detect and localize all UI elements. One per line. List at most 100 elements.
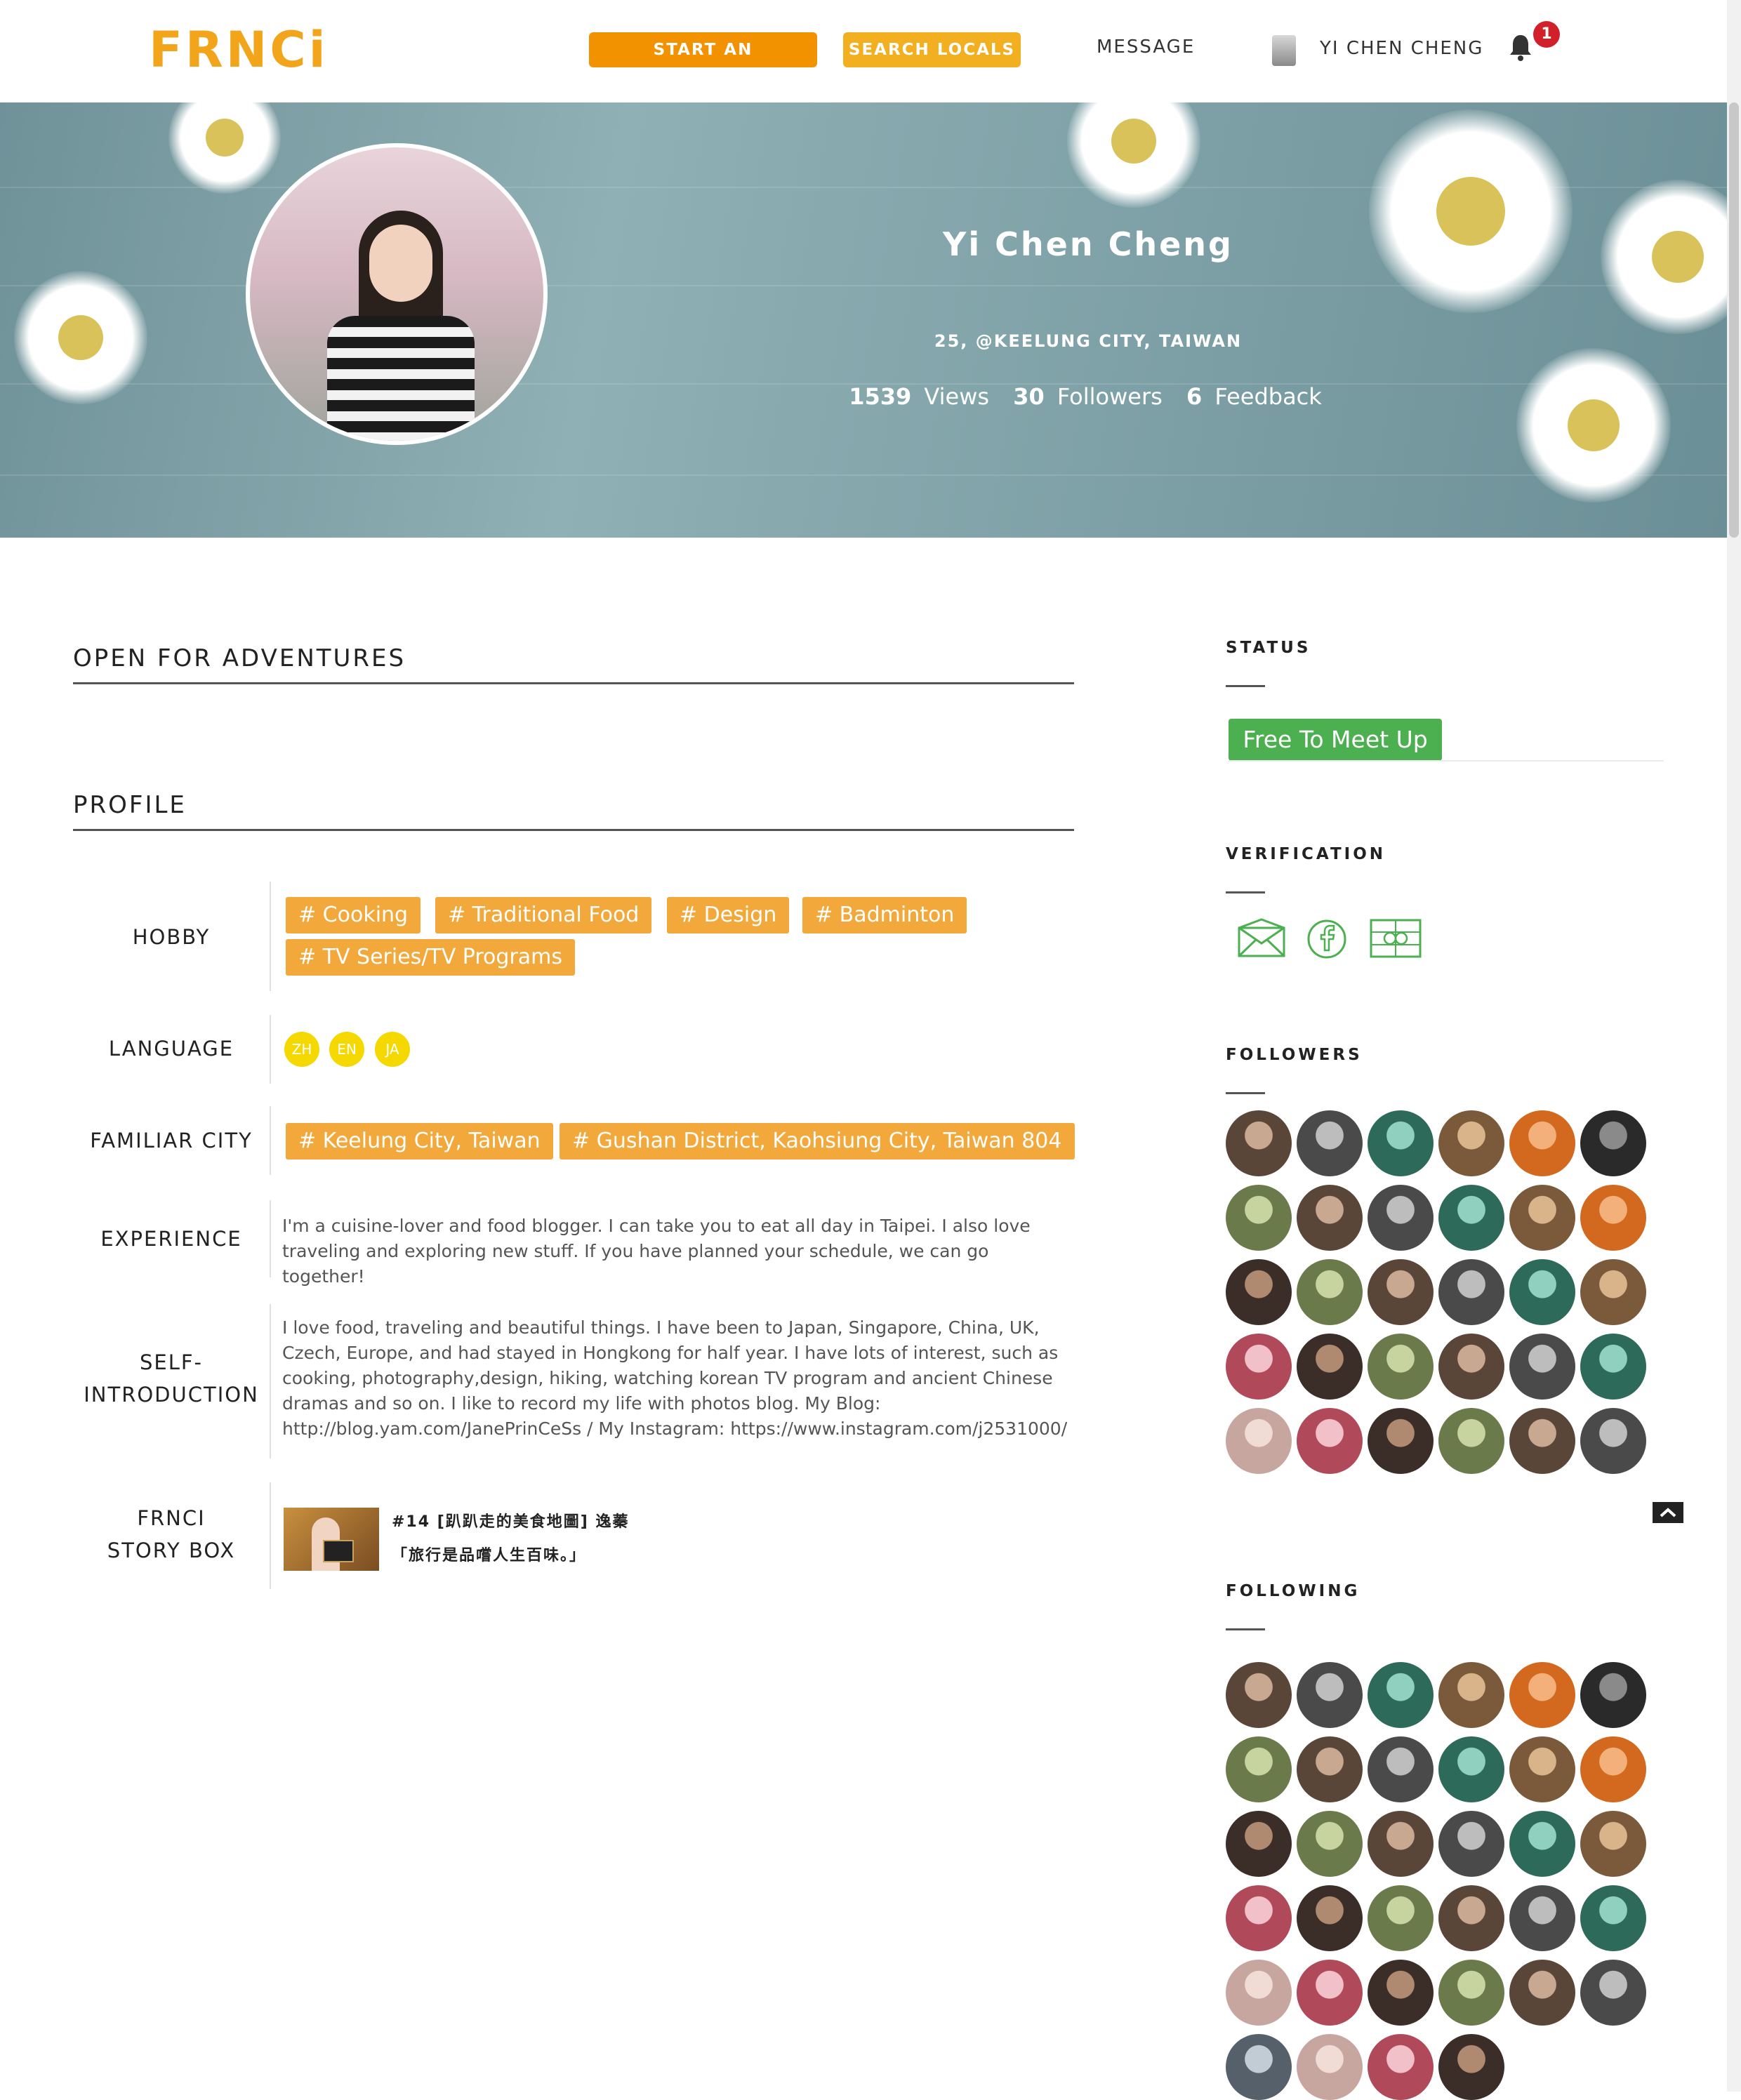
- user-avatar-thumbnail[interactable]: [1580, 1408, 1646, 1474]
- story-box-label: FRNCI STORY BOX: [107, 1506, 236, 1562]
- top-navbar: FRNCi START AN ADVENTURE SEARCH LOCALS M…: [0, 0, 1727, 102]
- user-avatar-thumbnail[interactable]: [1368, 1736, 1434, 1802]
- user-name-link[interactable]: YI CHEN CHENG: [1320, 38, 1483, 59]
- message-link[interactable]: MESSAGE: [1097, 36, 1195, 58]
- user-avatar-thumbnail[interactable]: [1297, 1408, 1363, 1474]
- user-avatar-thumbnail[interactable]: [1368, 1408, 1434, 1474]
- user-avatar-thumbnail[interactable]: [1226, 2034, 1292, 2100]
- search-locals-button[interactable]: SEARCH LOCALS: [843, 32, 1021, 67]
- user-avatar-thumbnail[interactable]: [1438, 1259, 1504, 1325]
- user-avatar-thumbnail[interactable]: [1509, 1334, 1575, 1400]
- user-avatar-thumbnail[interactable]: [1368, 1110, 1434, 1176]
- user-avatar-thumbnail[interactable]: [1438, 1662, 1504, 1728]
- row-separator: [270, 1304, 271, 1458]
- user-avatar-thumbnail[interactable]: [1368, 1662, 1434, 1728]
- user-avatar-thumbnail[interactable]: [1509, 1259, 1575, 1325]
- user-avatar-thumbnail[interactable]: [1438, 1885, 1504, 1951]
- frnci-logo[interactable]: FRNCi: [149, 21, 329, 79]
- user-avatar-thumbnail[interactable]: [1226, 1110, 1292, 1176]
- hobby-tag[interactable]: # TV Series/TV Programs: [286, 939, 576, 976]
- user-avatar-thumbnail[interactable]: [1368, 1185, 1434, 1251]
- user-avatar-thumbnail[interactable]: [1226, 1259, 1292, 1325]
- user-avatar-thumbnail[interactable]: [1580, 1885, 1646, 1951]
- user-avatar-thumbnail[interactable]: [1226, 1662, 1292, 1728]
- user-avatar-thumbnail[interactable]: [1368, 1811, 1434, 1877]
- feedback-stat[interactable]: 6 Feedback: [1186, 383, 1328, 410]
- user-avatar-thumbnail[interactable]: [1368, 1259, 1434, 1325]
- user-avatar-thumbnail[interactable]: [1226, 1885, 1292, 1951]
- user-avatar-thumbnail[interactable]: [1580, 1259, 1646, 1325]
- user-avatar-thumbnail[interactable]: [1509, 1960, 1575, 2026]
- user-avatar-thumbnail[interactable]: [1297, 1736, 1363, 1802]
- user-avatar-thumbnail[interactable]: [1297, 1259, 1363, 1325]
- user-avatar-thumbnail[interactable]: [1297, 1885, 1363, 1951]
- user-avatar-thumbnail[interactable]: [1438, 1408, 1504, 1474]
- user-avatar-thumbnail[interactable]: [1438, 1811, 1504, 1877]
- user-avatar-thumbnail[interactable]: [1580, 1960, 1646, 2026]
- user-avatar-thumbnail[interactable]: [1580, 1736, 1646, 1802]
- user-avatar-thumbnail[interactable]: [1580, 1185, 1646, 1251]
- hobby-tag[interactable]: # Traditional Food: [435, 897, 652, 933]
- followers-heading: FOLLOWERS: [1226, 1046, 1363, 1064]
- row-separator: [270, 1200, 271, 1277]
- hobby-tag[interactable]: # Cooking: [286, 897, 421, 933]
- bell-icon[interactable]: [1508, 34, 1533, 62]
- user-avatar-thumbnail[interactable]: [1438, 2034, 1504, 2100]
- user-avatar-thumbnail[interactable]: [1226, 1408, 1292, 1474]
- user-avatar-thumbnail[interactable]: [1580, 1811, 1646, 1877]
- user-avatar-thumbnail[interactable]: [1368, 1885, 1434, 1951]
- open-for-adventures-heading: OPEN FOR ADVENTURES: [73, 644, 406, 672]
- user-avatar[interactable]: [1272, 35, 1296, 66]
- user-avatar-thumbnail[interactable]: [1438, 1334, 1504, 1400]
- user-avatar-thumbnail[interactable]: [1580, 1662, 1646, 1728]
- scroll-to-top-button[interactable]: [1653, 1502, 1683, 1523]
- user-avatar-thumbnail[interactable]: [1297, 1334, 1363, 1400]
- user-avatar-thumbnail[interactable]: [1438, 1960, 1504, 2026]
- story-title[interactable]: #14 [趴趴走的美食地圖] 逸蓁: [392, 1509, 629, 1531]
- user-avatar-thumbnail[interactable]: [1226, 1185, 1292, 1251]
- city-tag[interactable]: # Keelung City, Taiwan: [286, 1123, 553, 1159]
- user-avatar-thumbnail[interactable]: [1297, 1185, 1363, 1251]
- hobby-tag[interactable]: # Design: [667, 897, 790, 933]
- user-avatar-thumbnail[interactable]: [1297, 1110, 1363, 1176]
- notification-badge[interactable]: 1: [1533, 21, 1560, 48]
- user-avatar-thumbnail[interactable]: [1438, 1185, 1504, 1251]
- city-tag[interactable]: # Gushan District, Kaohsiung City, Taiwa…: [560, 1123, 1075, 1159]
- story-thumbnail[interactable]: [284, 1508, 379, 1571]
- user-avatar-thumbnail[interactable]: [1509, 1408, 1575, 1474]
- user-avatar-thumbnail[interactable]: [1509, 1185, 1575, 1251]
- user-avatar-thumbnail[interactable]: [1509, 1662, 1575, 1728]
- user-avatar-thumbnail[interactable]: [1580, 1110, 1646, 1176]
- user-avatar-thumbnail[interactable]: [1509, 1736, 1575, 1802]
- user-avatar-thumbnail[interactable]: [1509, 1811, 1575, 1877]
- user-avatar-thumbnail[interactable]: [1226, 1334, 1292, 1400]
- user-avatar-thumbnail[interactable]: [1438, 1110, 1504, 1176]
- user-avatar-thumbnail[interactable]: [1509, 1885, 1575, 1951]
- user-avatar-thumbnail[interactable]: [1297, 1662, 1363, 1728]
- story-subtitle[interactable]: 「旅行是品嚐人生百味。」: [392, 1543, 586, 1565]
- user-avatar-thumbnail[interactable]: [1226, 1811, 1292, 1877]
- page-scrollbar[interactable]: [1727, 0, 1741, 2092]
- user-avatar-thumbnail[interactable]: [1438, 1736, 1504, 1802]
- self-intro-text: I love food, traveling and beautiful thi…: [282, 1317, 1068, 1439]
- user-avatar-thumbnail[interactable]: [1368, 1334, 1434, 1400]
- user-avatar-thumbnail[interactable]: [1368, 2034, 1434, 2100]
- user-avatar-thumbnail[interactable]: [1297, 1960, 1363, 2026]
- user-avatar-thumbnail[interactable]: [1226, 1960, 1292, 2026]
- user-avatar-thumbnail[interactable]: [1368, 1960, 1434, 2026]
- profile-heading: PROFILE: [73, 791, 187, 819]
- daisy-decoration: [1516, 348, 1671, 503]
- hobby-tag[interactable]: # Badminton: [802, 897, 967, 933]
- user-avatar-thumbnail[interactable]: [1580, 1334, 1646, 1400]
- self-intro-label: SELF- INTRODUCTION: [84, 1350, 259, 1407]
- side-divider: [1226, 891, 1265, 893]
- user-avatar-thumbnail[interactable]: [1297, 1811, 1363, 1877]
- language-badge: JA: [375, 1032, 410, 1067]
- email-icon: [1238, 918, 1285, 957]
- user-avatar-thumbnail[interactable]: [1297, 2034, 1363, 2100]
- followers-stat[interactable]: 30 Followers: [1013, 383, 1168, 410]
- user-avatar-thumbnail[interactable]: [1509, 1110, 1575, 1176]
- user-avatar-thumbnail[interactable]: [1226, 1736, 1292, 1802]
- start-adventure-button[interactable]: START AN ADVENTURE: [589, 32, 817, 94]
- scrollbar-thumb[interactable]: [1729, 102, 1739, 538]
